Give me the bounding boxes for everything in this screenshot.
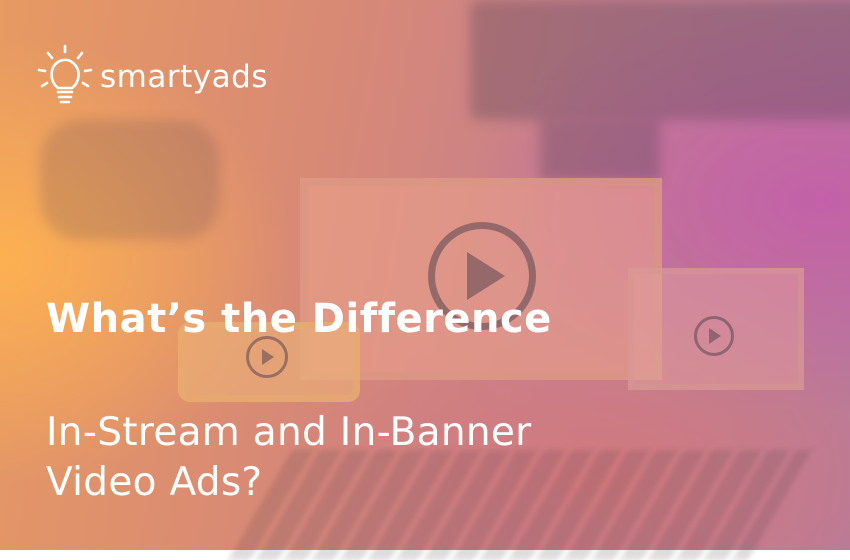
background-left-shadow	[40, 120, 220, 240]
headline: What’s the Difference	[46, 296, 552, 342]
brand-name: smartyads	[100, 59, 268, 95]
subheadline-line-2: Video Ads?	[46, 460, 263, 505]
subheadline: In-Stream and In-Banner Video Ads?	[46, 408, 532, 508]
lightbulb-icon	[37, 44, 93, 104]
play-icon	[246, 336, 288, 378]
subheadline-line-1: In-Stream and In-Banner	[46, 410, 532, 455]
brand-logo: smartyads	[36, 44, 268, 110]
background-monitor-shadow	[470, 0, 850, 120]
play-icon	[694, 316, 734, 356]
background-lamp-shadow	[540, 120, 660, 180]
